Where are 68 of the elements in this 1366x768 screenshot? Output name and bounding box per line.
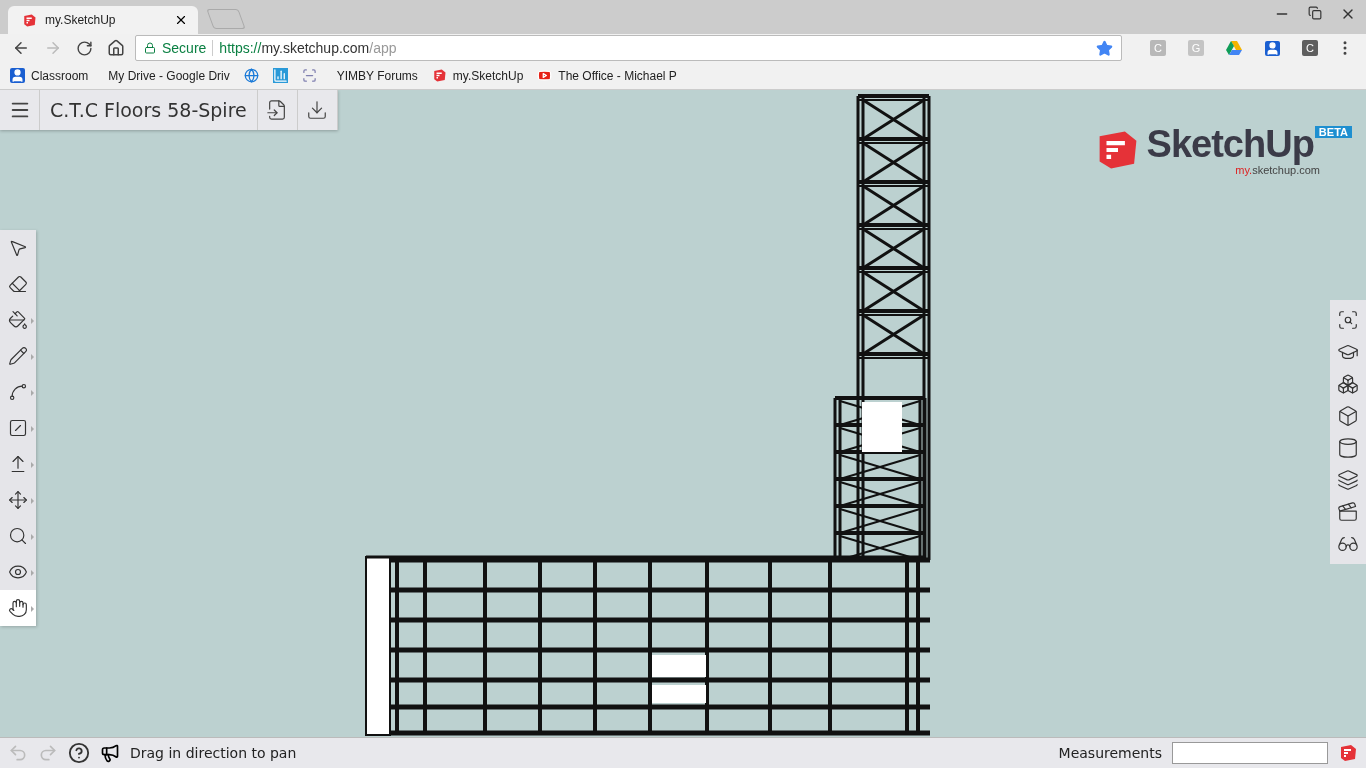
sketchup-logo-icon [431, 68, 447, 83]
help-icon [68, 742, 90, 764]
submenu-indicator-icon [31, 462, 34, 468]
beta-badge: BETA [1314, 126, 1352, 138]
menu-button[interactable] [0, 90, 40, 130]
stacked-cubes-icon [1337, 373, 1359, 395]
lock-icon [144, 42, 156, 54]
measurements-field[interactable] [1172, 742, 1328, 764]
tool-button[interactable] [0, 590, 36, 626]
secure-label: Secure [162, 40, 207, 56]
classroom-icon [10, 68, 25, 83]
submenu-indicator-icon [31, 426, 34, 432]
bookmark-link[interactable]: My Drive - Google Driv [108, 68, 230, 83]
cube-icon [1337, 405, 1359, 427]
classroom-icon [1264, 40, 1280, 56]
hand-icon [8, 598, 28, 618]
submenu-indicator-icon [31, 606, 34, 612]
move-arrows-icon [8, 490, 28, 510]
tab-title: my.SketchUp [45, 13, 117, 27]
logo-url: my.sketchup.com [1235, 164, 1320, 176]
submenu-indicator-icon [31, 498, 34, 504]
arc-icon [8, 382, 28, 402]
bookmark-link[interactable]: YIMBY Forums [336, 68, 418, 83]
undo-icon [8, 743, 28, 763]
arrow-pointer-icon [8, 238, 28, 258]
model-title: C.T.C Floors 58-Spire [40, 90, 258, 130]
magnifier-cube-icon [1337, 309, 1359, 331]
download-icon [306, 99, 329, 121]
submenu-indicator-icon [31, 534, 34, 540]
megaphone-icon [100, 743, 120, 763]
address-bar[interactable]: Secure https://my.sketchup.com/app [135, 35, 1122, 61]
drive-icon [1226, 40, 1242, 56]
pencil-icon [8, 346, 28, 366]
submenu-indicator-icon [31, 318, 34, 324]
submenu-indicator-icon [31, 570, 34, 576]
layers-icon [1337, 469, 1359, 491]
reload-icon[interactable] [76, 39, 93, 57]
open-model-button[interactable] [257, 90, 298, 130]
rectangle-icon [8, 418, 28, 438]
measurements-label: Measurements [1058, 745, 1162, 761]
globe-icon [243, 68, 259, 83]
play-icon [537, 68, 553, 83]
close-icon[interactable] [174, 13, 188, 27]
bookmark-link[interactable]: my.SketchUp [452, 68, 524, 83]
extension-icon[interactable]: C [1302, 40, 1318, 56]
status-hint: Drag in direction to pan [130, 745, 298, 761]
star-icon[interactable] [1096, 39, 1113, 57]
back-icon[interactable] [12, 39, 30, 57]
home-icon[interactable] [107, 39, 125, 57]
paint-bucket-icon [8, 310, 28, 330]
url-text: https://my.sketchup.com/app [219, 40, 397, 56]
cylinder-icon [1337, 437, 1359, 459]
clapperboard-icon [1337, 501, 1359, 523]
redo-icon [38, 743, 58, 763]
logo-wordmark: SketchUp [1146, 124, 1314, 164]
bookmark-link[interactable]: The Office - Michael P [558, 68, 677, 83]
help-button[interactable] [68, 742, 90, 764]
submenu-indicator-icon [31, 354, 34, 360]
sketchup-logo-icon [1338, 743, 1358, 763]
browser-tab[interactable]: my.SketchUp [8, 6, 198, 34]
scan-icon [301, 68, 317, 83]
download-button[interactable] [297, 90, 338, 130]
eraser-icon [8, 274, 28, 294]
bar-chart-icon [272, 68, 288, 83]
bookmark-link[interactable]: Classroom [31, 68, 89, 83]
sketchup-logo-icon [22, 12, 37, 28]
restore-icon[interactable] [1308, 6, 1322, 20]
submenu-indicator-icon [31, 390, 34, 396]
